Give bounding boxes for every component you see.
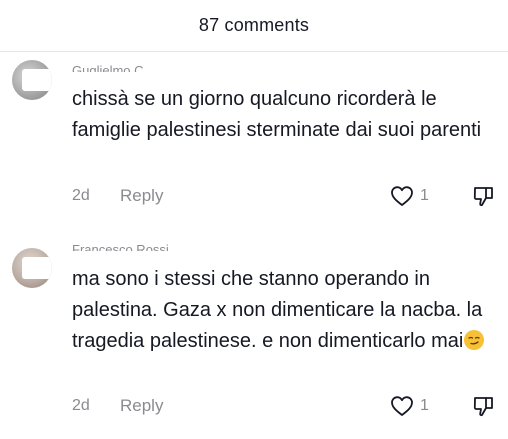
comment-meta-row: 2d Reply 1 xyxy=(72,184,508,208)
like-count: 1 xyxy=(420,187,429,204)
comment-time: 2d xyxy=(72,397,90,414)
heart-icon[interactable] xyxy=(390,185,414,207)
comment-time: 2d xyxy=(72,187,90,204)
comments-panel: 87 comments Guglielmo C... chissà se un … xyxy=(0,0,508,439)
dislike-icon[interactable] xyxy=(472,184,496,208)
avatar[interactable] xyxy=(12,248,52,288)
like-count: 1 xyxy=(420,397,429,414)
comment-text-wrapper: ma sono i stessi che stanno operando in … xyxy=(72,264,492,357)
comment-text: chissà se un giorno qualcuno ricorderà l… xyxy=(72,88,482,141)
comment-text: ma sono i stessi che stanno operando in … xyxy=(72,268,483,352)
reply-button[interactable]: Reply xyxy=(120,186,163,206)
comments-count-title: 87 comments xyxy=(198,15,310,35)
avatar-redaction xyxy=(22,69,52,91)
comments-header: 87 comments xyxy=(0,0,508,52)
comment-username[interactable]: Francesco Rossi xyxy=(72,241,169,251)
smirking-face-icon xyxy=(464,330,485,350)
avatar-redaction xyxy=(22,257,52,279)
dislike-icon[interactable] xyxy=(472,394,496,418)
heart-icon[interactable] xyxy=(390,395,414,417)
like-group: 1 xyxy=(390,184,429,208)
like-group: 1 xyxy=(390,394,429,418)
comment-username[interactable]: Guglielmo C... xyxy=(72,62,154,72)
reply-button[interactable]: Reply xyxy=(120,396,163,416)
comment-meta-row: 2d Reply 1 xyxy=(72,394,508,418)
avatar[interactable] xyxy=(12,60,52,100)
